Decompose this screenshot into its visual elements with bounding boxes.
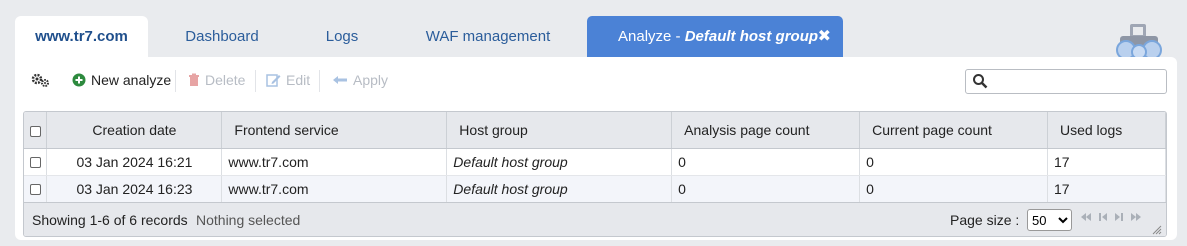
settings-icon	[31, 73, 49, 87]
host-group-text: Default host group	[453, 153, 568, 170]
table-header-row: Creation date Frontend service Host grou…	[24, 112, 1166, 149]
first-page-icon[interactable]	[1080, 212, 1092, 222]
row-select-cell[interactable]	[24, 148, 48, 176]
new-analyze-button[interactable]: New analyze	[72, 65, 171, 95]
cell-used-logs: 17	[1047, 148, 1166, 176]
analysis-grid: Creation date Frontend service Host grou…	[23, 111, 1167, 237]
new-analyze-label: New analyze	[91, 72, 172, 88]
cell-creation-date: 03 Jan 2024 16:21	[46, 148, 223, 176]
cell-host-group: Default host group	[446, 175, 673, 203]
selection-status: Nothing selected	[196, 212, 301, 228]
main-panel: New analyze Delete Edit Apply Creation d…	[15, 57, 1177, 240]
host-group-text: Default host group	[453, 180, 568, 197]
tab-logs-label: Logs	[325, 28, 359, 45]
edit-label: Edit	[286, 72, 311, 88]
column-header-current-page-count[interactable]: Current page count	[859, 112, 1048, 149]
cell-host-group: Default host group	[446, 148, 673, 176]
prev-page-icon[interactable]	[1098, 212, 1108, 222]
tab-home[interactable]: www.tr7.com	[15, 16, 148, 57]
column-header-creation-date[interactable]: Creation date	[46, 112, 223, 149]
tab-logs[interactable]: Logs	[296, 16, 388, 57]
column-header-host-group[interactable]: Host group	[446, 112, 673, 149]
tab-analyze-prefix: Analyze -	[618, 28, 685, 45]
pager	[1080, 212, 1142, 222]
column-header-analysis-page-count[interactable]: Analysis page count	[671, 112, 861, 149]
select-all-header[interactable]	[24, 112, 48, 149]
close-icon[interactable]: ✖	[818, 16, 831, 57]
cell-analysis-page-count: 0	[671, 175, 861, 203]
toolbar-divider	[255, 70, 256, 92]
grid-footer: Showing 1-6 of 6 records Nothing selecte…	[24, 202, 1166, 236]
records-status: Showing 1-6 of 6 records	[32, 212, 188, 228]
row-checkbox[interactable]	[29, 157, 41, 169]
tab-dashboard-label: Dashboard	[185, 28, 259, 45]
cell-current-page-count: 0	[859, 175, 1048, 203]
cell-creation-date: 03 Jan 2024 16:23	[46, 175, 223, 203]
plus-circle-icon	[72, 73, 86, 87]
apply-label: Apply	[353, 72, 389, 88]
table-row[interactable]: 03 Jan 2024 16:21 www.tr7.com Default ho…	[24, 148, 1166, 176]
delete-label: Delete	[205, 72, 246, 88]
tab-home-label: www.tr7.com	[35, 28, 128, 45]
tab-analyze-group: Default host group	[684, 28, 819, 45]
resize-grip-icon[interactable]	[1152, 225, 1162, 235]
cell-frontend-service: www.tr7.com	[221, 175, 448, 203]
cell-frontend-service: www.tr7.com	[221, 148, 448, 176]
tab-analyze[interactable]: Analyze - Default host group ✖	[587, 16, 843, 57]
apply-button[interactable]: Apply	[332, 65, 388, 95]
edit-icon	[266, 74, 281, 87]
page-size-select[interactable]: 50	[1027, 209, 1072, 231]
column-header-frontend-service[interactable]: Frontend service	[221, 112, 448, 149]
cell-used-logs: 17	[1047, 175, 1166, 203]
row-select-cell[interactable]	[24, 175, 48, 203]
table-row[interactable]: 03 Jan 2024 16:23 www.tr7.com Default ho…	[24, 175, 1166, 203]
edit-button[interactable]: Edit	[266, 65, 310, 95]
tab-bar: www.tr7.com Dashboard Logs WAF managemen…	[0, 0, 1187, 60]
next-page-icon[interactable]	[1114, 212, 1124, 222]
cell-current-page-count: 0	[859, 148, 1048, 176]
tractor-logo-icon	[1116, 24, 1162, 60]
select-all-checkbox[interactable]	[29, 125, 41, 137]
tab-waf-label: WAF management	[425, 28, 551, 45]
toolbar-divider	[175, 70, 176, 92]
search-input[interactable]	[965, 69, 1167, 94]
analysis-table: Creation date Frontend service Host grou…	[24, 112, 1166, 203]
settings-button[interactable]	[31, 65, 50, 95]
undo-icon	[333, 76, 347, 84]
column-header-used-logs[interactable]: Used logs	[1047, 112, 1166, 149]
tab-waf-management[interactable]: WAF management	[403, 16, 573, 57]
tab-dashboard[interactable]: Dashboard	[163, 16, 281, 57]
last-page-icon[interactable]	[1130, 212, 1142, 222]
row-checkbox[interactable]	[29, 184, 41, 196]
page-size-label: Page size :	[950, 212, 1020, 228]
search-icon	[973, 74, 988, 89]
cell-analysis-page-count: 0	[671, 148, 861, 176]
toolbar-divider	[319, 70, 320, 92]
trash-icon	[189, 73, 199, 86]
delete-button[interactable]: Delete	[188, 65, 245, 95]
